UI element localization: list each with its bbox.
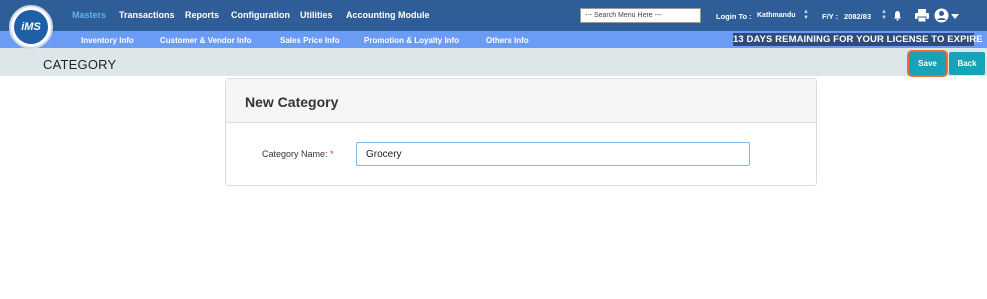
menu-configuration[interactable]: Configuration [231,10,290,20]
search-menu-input[interactable]: --- Search Menu Here --- [580,8,701,23]
user-icon[interactable] [934,8,949,23]
submenu-customer-vendor-info[interactable]: Customer & Vendor Info [160,36,252,45]
submenu-others-info[interactable]: Others Info [486,36,529,45]
new-category-card: New Category Category Name: * [225,78,817,186]
category-name-label: Category Name: * [262,149,334,159]
login-location[interactable]: Kathmandu [757,12,796,19]
category-name-label-text: Category Name: [262,149,328,159]
required-mark: * [330,149,334,159]
fiscal-year-spinner-icon[interactable]: ▲ ▼ [880,9,888,23]
location-spinner-icon[interactable]: ▲ ▼ [802,9,810,23]
page-title-bar [0,48,987,76]
search-placeholder: --- Search Menu Here --- [585,12,662,19]
bell-icon[interactable] [893,10,902,21]
save-button[interactable]: Save [909,52,946,75]
menu-accounting-module[interactable]: Accounting Module [346,10,430,20]
submenu-sales-price-info[interactable]: Sales Price Info [280,36,340,45]
menu-masters[interactable]: Masters [72,10,106,20]
printer-icon[interactable] [914,8,930,23]
submenu-promotion-loyalty-info[interactable]: Promotion & Loyalty Info [364,36,459,45]
submenu-inventory-info[interactable]: Inventory Info [81,36,134,45]
logo-text: iMS [14,10,48,44]
caret-down-icon[interactable] [951,14,959,19]
license-notice: 13 DAYS REMAINING FOR YOUR LICENSE TO EX… [733,33,983,46]
login-label: Login To : [716,12,752,21]
app-logo[interactable]: iMS [9,5,53,49]
menu-reports[interactable]: Reports [185,10,219,20]
page-title: CATEGORY [43,57,117,72]
fiscal-year-value[interactable]: 2082/83 [844,12,871,21]
menu-transactions[interactable]: Transactions [119,10,175,20]
card-title: New Category [245,94,339,110]
category-name-input[interactable] [356,142,750,166]
back-button[interactable]: Back [949,52,985,75]
fiscal-year-label: F/Y : [822,12,839,21]
menu-utilities[interactable]: Utilities [300,10,333,20]
card-header: New Category [226,79,816,123]
